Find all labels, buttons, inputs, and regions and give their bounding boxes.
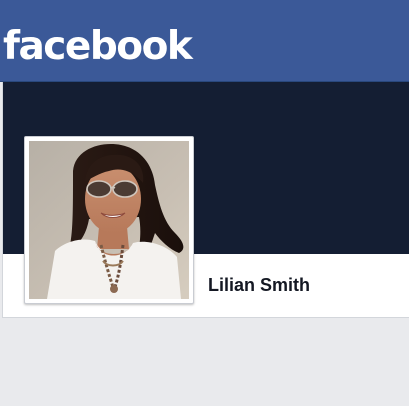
facebook-logo[interactable]: facebook [3,22,193,72]
profile-photo-image [29,141,189,299]
top-bar: facebook [0,0,409,82]
profile-name[interactable]: Lilian Smith [208,273,310,297]
profile-picture[interactable] [24,136,194,304]
